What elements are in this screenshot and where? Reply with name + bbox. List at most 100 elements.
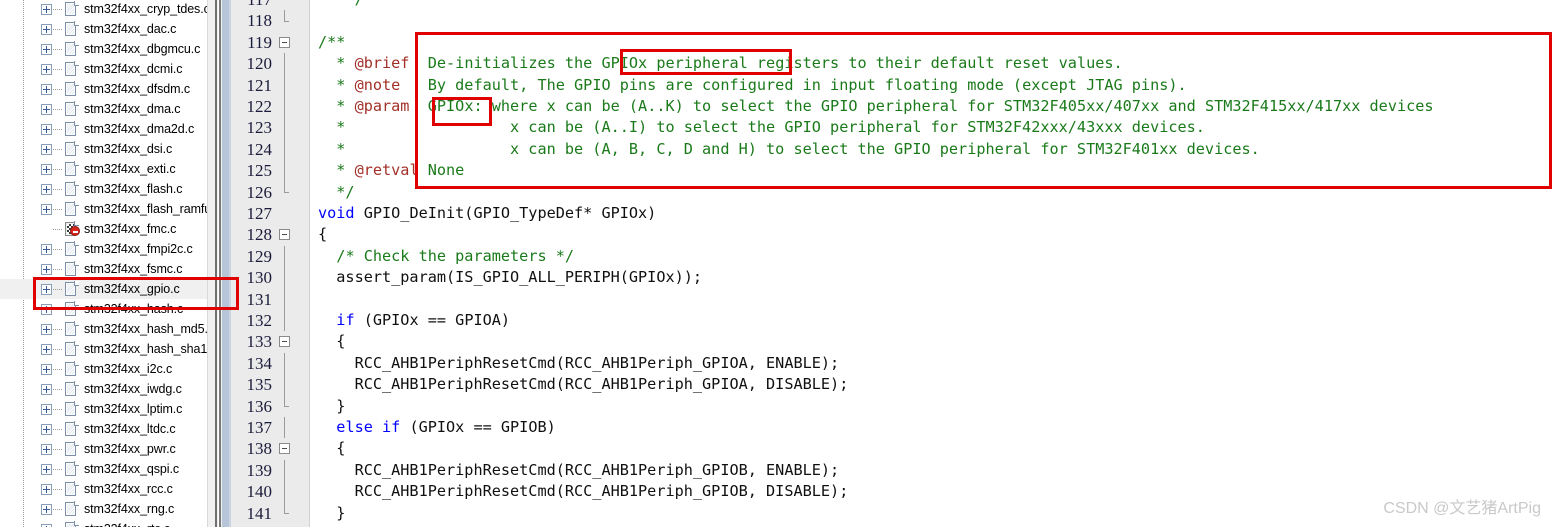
tree-item-stm32f4xx-qspi-c[interactable]: stm32f4xx_qspi.c <box>0 459 207 479</box>
expand-plus-icon[interactable] <box>41 484 52 495</box>
code-line[interactable]: } <box>310 396 345 417</box>
code-line[interactable]: * x can be (A..I) to select the GPIO per… <box>310 117 1205 138</box>
code-line[interactable]: { <box>310 224 327 245</box>
fold-collapse-icon[interactable] <box>279 336 290 348</box>
expand-plus-icon[interactable] <box>41 144 52 155</box>
tree-item-stm32f4xx-cryp-tdes-c[interactable]: stm32f4xx_cryp_tdes.c <box>0 0 207 19</box>
expand-plus-icon[interactable] <box>41 364 52 375</box>
expand-plus-icon[interactable] <box>41 324 52 335</box>
code-line[interactable]: else if (GPIOx == GPIOB) <box>310 417 555 438</box>
code-line[interactable] <box>310 289 327 310</box>
expand-plus-icon[interactable] <box>41 204 52 215</box>
expand-plus-icon[interactable] <box>41 104 52 115</box>
code-editor-area[interactable]: 1171181191201211221231241251261271281291… <box>231 0 1555 527</box>
tree-item-stm32f4xx-fmc-c[interactable]: stm32f4xx_fmc.c <box>0 219 207 239</box>
file-tree-list[interactable]: stm32f4xx_cryp_tdes.c stm32f4xx_dac.c stm3… <box>0 0 207 527</box>
code-token-kw: void <box>318 204 355 222</box>
tree-item-stm32f4xx-hash-c[interactable]: stm32f4xx_hash.c <box>0 299 207 319</box>
tree-item-label: stm32f4xx_hash.c <box>84 302 184 316</box>
tree-item-stm32f4xx-fmpi2c-c[interactable]: stm32f4xx_fmpi2c.c <box>0 239 207 259</box>
panel-scrollbar-divider[interactable] <box>207 0 231 527</box>
tree-item-stm32f4xx-exti-c[interactable]: stm32f4xx_exti.c <box>0 159 207 179</box>
code-line[interactable]: * @brief De-initializes the GPIOx periph… <box>310 53 1122 74</box>
code-line[interactable]: */ <box>310 182 354 203</box>
tree-item-stm32f4xx-dma2d-c[interactable]: stm32f4xx_dma2d.c <box>0 119 207 139</box>
expand-plus-icon[interactable] <box>41 304 52 315</box>
code-line[interactable]: RCC_AHB1PeriphResetCmd(RCC_AHB1Periph_GP… <box>310 460 840 481</box>
code-line[interactable]: RCC_AHB1PeriphResetCmd(RCC_AHB1Periph_GP… <box>310 374 849 395</box>
tree-item-stm32f4xx-iwdg-c[interactable]: stm32f4xx_iwdg.c <box>0 379 207 399</box>
expand-plus-icon[interactable] <box>41 284 52 295</box>
fold-collapse-icon[interactable] <box>279 36 290 48</box>
tree-item-stm32f4xx-dsi-c[interactable]: stm32f4xx_dsi.c <box>0 139 207 159</box>
tree-item-label: stm32f4xx_iwdg.c <box>84 382 182 396</box>
tree-item-stm32f4xx-i2c-c[interactable]: stm32f4xx_i2c.c <box>0 359 207 379</box>
code-line[interactable]: RCC_AHB1PeriphResetCmd(RCC_AHB1Periph_GP… <box>310 481 849 502</box>
expand-plus-icon[interactable] <box>41 24 52 35</box>
code-line[interactable]: * @note By default, The GPIO pins are co… <box>310 75 1186 96</box>
expand-plus-icon[interactable] <box>41 344 52 355</box>
code-line[interactable]: { <box>310 438 345 459</box>
expand-plus-icon[interactable] <box>41 244 52 255</box>
expand-plus-icon[interactable] <box>41 184 52 195</box>
vertical-scrollbar-thumb[interactable] <box>222 0 229 527</box>
tree-item-label: stm32f4xx_dsi.c <box>84 142 173 156</box>
fold-collapse-icon[interactable] <box>279 443 290 455</box>
tree-item-stm32f4xx-rcc-c[interactable]: stm32f4xx_rcc.c <box>0 479 207 499</box>
expand-plus-icon[interactable] <box>41 44 52 55</box>
c-source-file-icon <box>65 381 79 397</box>
tree-item-stm32f4xx-dfsdm-c[interactable]: stm32f4xx_dfsdm.c <box>0 79 207 99</box>
tree-item-stm32f4xx-rng-c[interactable]: stm32f4xx_rng.c <box>0 499 207 519</box>
code-line[interactable] <box>310 10 327 31</box>
code-line[interactable]: * @param GPIOx: where x can be (A..K) to… <box>310 96 1433 117</box>
tree-item-stm32f4xx-dma-c[interactable]: stm32f4xx_dma.c <box>0 99 207 119</box>
expand-plus-icon[interactable] <box>41 444 52 455</box>
code-line[interactable]: * x can be (A, B, C, D and H) to select … <box>310 139 1260 160</box>
tree-connector-line <box>53 329 63 330</box>
expand-plus-icon[interactable] <box>41 404 52 415</box>
no-entry-badge-icon <box>70 226 80 236</box>
expand-plus-icon[interactable] <box>41 504 52 515</box>
tree-item-stm32f4xx-hash-sha1-c[interactable]: stm32f4xx_hash_sha1.c <box>0 339 207 359</box>
tree-item-stm32f4xx-pwr-c[interactable]: stm32f4xx_pwr.c <box>0 439 207 459</box>
expand-plus-icon[interactable] <box>41 84 52 95</box>
code-line[interactable]: void GPIO_DeInit(GPIO_TypeDef* GPIOx) <box>310 203 656 224</box>
expand-plus-icon[interactable] <box>41 424 52 435</box>
expand-plus-icon[interactable] <box>41 164 52 175</box>
code-line[interactable]: / <box>310 0 364 10</box>
tree-item-stm32f4xx-gpio-c[interactable]: stm32f4xx_gpio.c <box>0 279 207 299</box>
fold-guide-line <box>284 10 285 22</box>
tree-item-stm32f4xx-lptim-c[interactable]: stm32f4xx_lptim.c <box>0 399 207 419</box>
code-token-cmt: None <box>418 161 465 180</box>
code-line[interactable]: RCC_AHB1PeriphResetCmd(RCC_AHB1Periph_GP… <box>310 353 840 374</box>
c-source-file-icon <box>65 121 79 137</box>
line-number-gutter[interactable]: 1171181191201211221231241251261271281291… <box>231 0 310 527</box>
code-line[interactable]: assert_param(IS_GPIO_ALL_PERIPH(GPIOx)); <box>310 267 702 288</box>
tree-item-stm32f4xx-rtc-c[interactable]: stm32f4xx_rtc.c <box>0 519 207 527</box>
expand-plus-icon[interactable] <box>41 64 52 75</box>
expand-plus-icon[interactable] <box>41 124 52 135</box>
expand-plus-icon[interactable] <box>41 464 52 475</box>
expand-plus-icon[interactable] <box>41 264 52 275</box>
tree-item-stm32f4xx-ltdc-c[interactable]: stm32f4xx_ltdc.c <box>0 419 207 439</box>
tree-item-stm32f4xx-dac-c[interactable]: stm32f4xx_dac.c <box>0 19 207 39</box>
tree-item-stm32f4xx-fsmc-c[interactable]: stm32f4xx_fsmc.c <box>0 259 207 279</box>
code-line[interactable]: if (GPIOx == GPIOA) <box>310 310 510 331</box>
code-line[interactable]: { <box>310 331 345 352</box>
code-line[interactable]: /** <box>310 32 345 53</box>
tree-item-stm32f4xx-hash-md5-c[interactable]: stm32f4xx_hash_md5.c <box>0 319 207 339</box>
expand-plus-icon[interactable] <box>41 4 52 15</box>
project-explorer-panel[interactable]: stm32f4xx_cryp_tdes.c stm32f4xx_dac.c stm3… <box>0 0 207 527</box>
code-line[interactable]: * @retval None <box>310 160 464 181</box>
code-line[interactable]: } <box>310 503 345 524</box>
tree-item-label: stm32f4xx_fsmc.c <box>84 262 183 276</box>
tree-item-label: stm32f4xx_rtc.c <box>84 521 170 527</box>
tree-item-stm32f4xx-dbgmcu-c[interactable]: stm32f4xx_dbgmcu.c <box>0 39 207 59</box>
fold-collapse-icon[interactable] <box>279 229 290 241</box>
tree-item-stm32f4xx-flash-c[interactable]: stm32f4xx_flash.c <box>0 179 207 199</box>
tree-item-stm32f4xx-dcmi-c[interactable]: stm32f4xx_dcmi.c <box>0 59 207 79</box>
expand-plus-icon[interactable] <box>41 384 52 395</box>
code-line[interactable]: /* Check the parameters */ <box>310 246 574 267</box>
code-token-kw: else if <box>336 418 401 436</box>
tree-item-stm32f4xx-flash-ramfu[interactable]: stm32f4xx_flash_ramfu <box>0 199 207 219</box>
